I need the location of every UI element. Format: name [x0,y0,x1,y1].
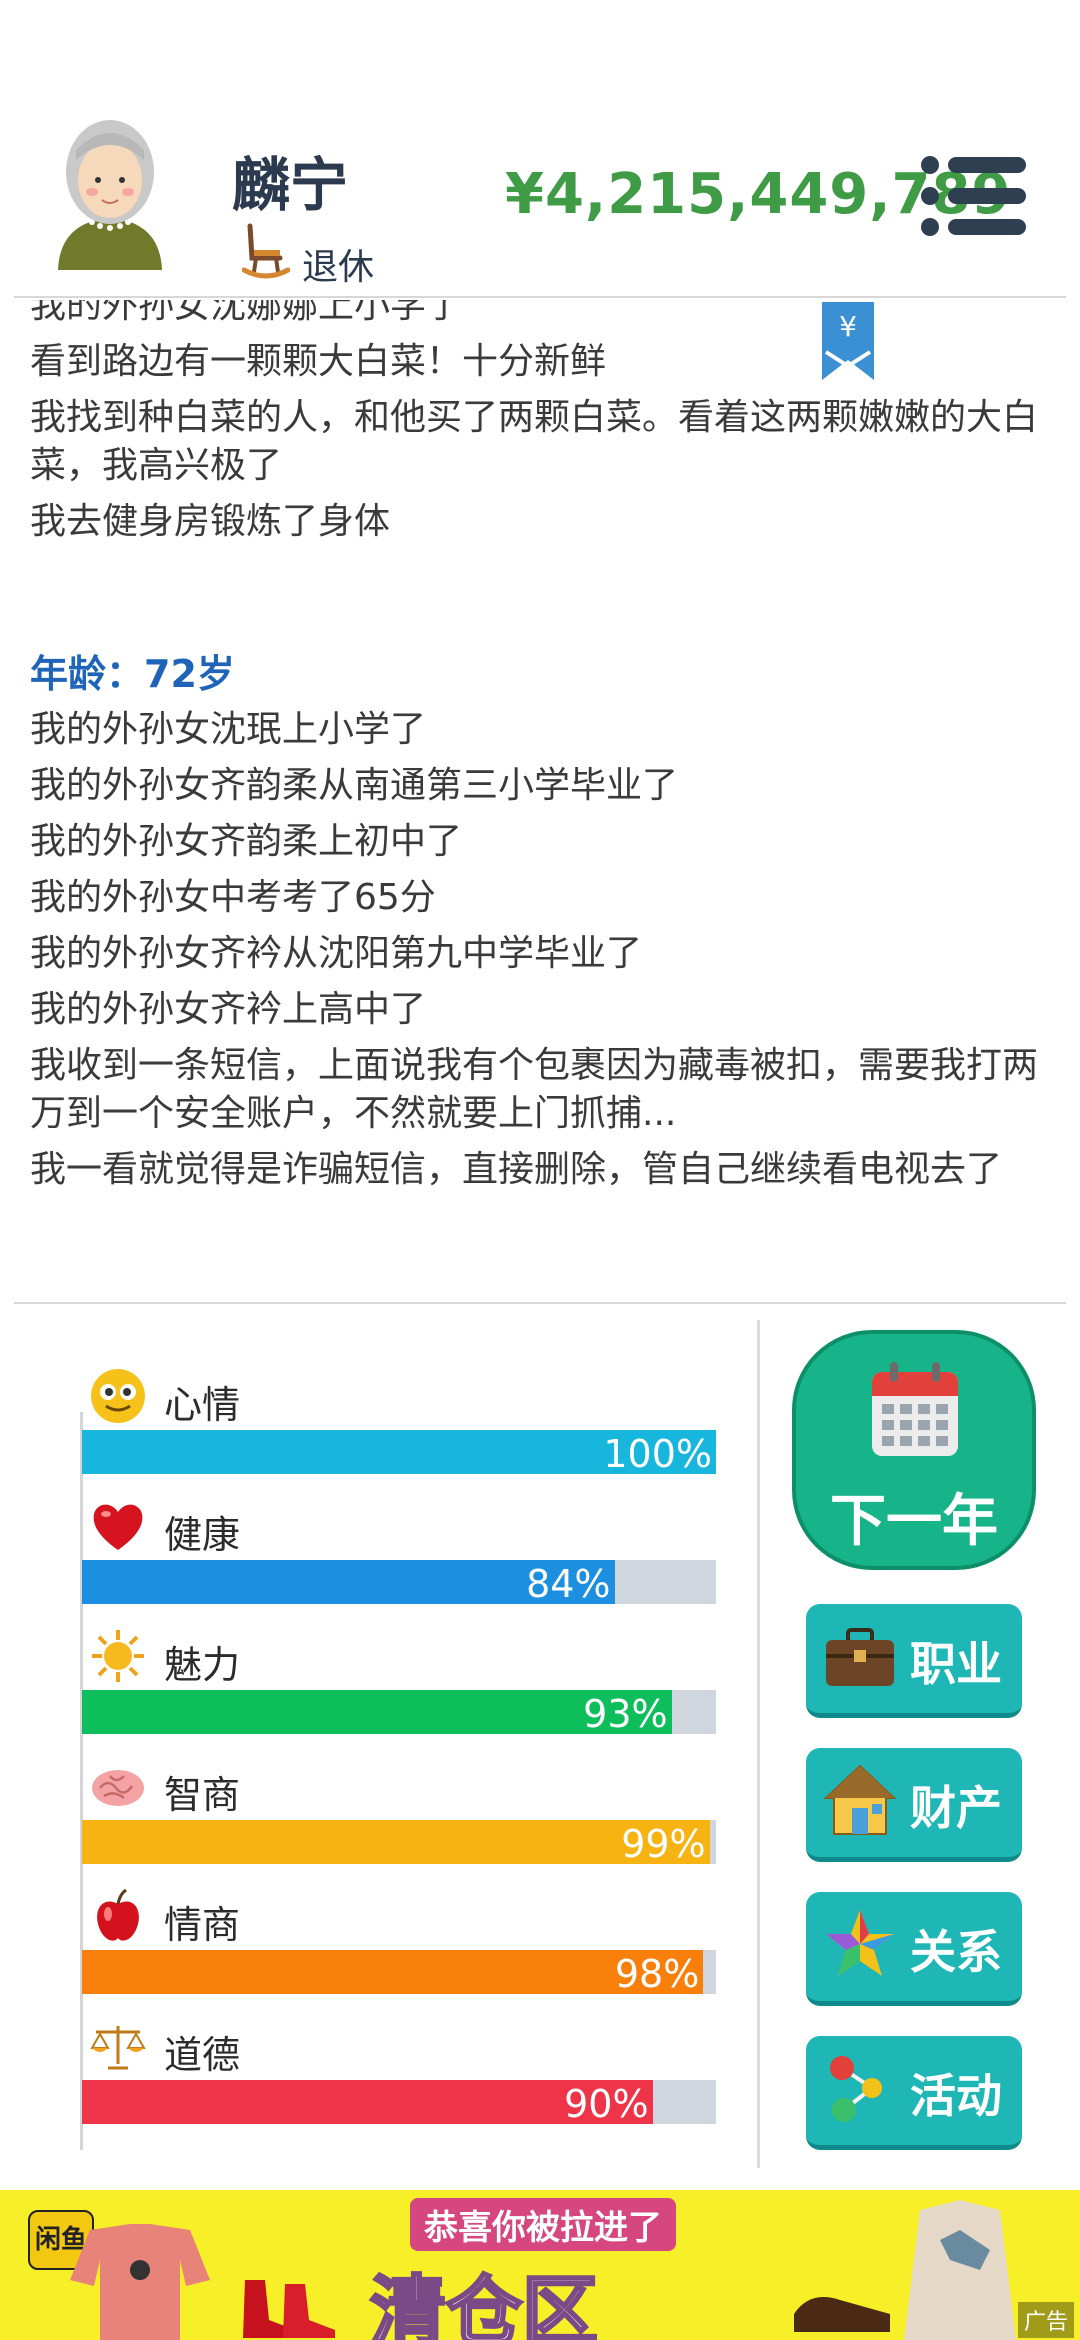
log-line: 我的外孙女中考考了65分 [30,877,436,918]
relations-label: 关系 [910,1925,1002,1979]
panel-divider [757,1320,760,2168]
sweater-image [70,2224,210,2340]
scales-icon [90,2018,146,2074]
log-line: 我的外孙女齐衿从沈阳第九中学毕业了 [30,933,643,974]
stat-bar-fill: 84% [82,1560,615,1606]
log-divider [14,1302,1066,1304]
log-line: 我的外孙女沈珉上小学了 [30,709,427,750]
heart-icon [90,1498,146,1554]
avatar [36,110,184,278]
next-year-button[interactable]: 下一年 [792,1330,1036,1570]
activities-label: 活动 [910,2069,1002,2123]
sun-icon [90,1628,146,1684]
house-icon [822,1762,898,1838]
stat-name: 情商 [164,1903,241,1947]
stat-bar-track: 99% [82,1820,716,1866]
stat-name: 心情 [164,1383,241,1427]
career-label: 职业 [910,1637,1002,1691]
stat-bar-track: 90% [82,2080,716,2126]
ad-main-title: 清仓区 [369,2266,600,2340]
career-button[interactable]: 职业 [806,1604,1022,1718]
stat-name: 魅力 [164,1643,241,1687]
log-line: 我的外孙女齐韵柔从南通第三小学毕业了 [30,765,679,806]
stat-bar-fill: 98% [82,1950,704,1996]
money-bookmark[interactable]: ¥ [822,302,874,380]
stat-value: 100% [603,1432,712,1476]
ad-banner[interactable]: 闲鱼 恭喜你被拉进了 清仓区 广告 [0,2190,1080,2340]
rocking-chair-icon [241,222,291,282]
age-heading: 年龄：72岁 [30,652,235,696]
relations-button[interactable]: 关系 [806,1892,1022,2006]
stat-value: 99% [621,1822,706,1866]
event-log[interactable]: 我的外孙女沈娜娜上小学了 看到路边有一颗颗大白菜！十分新鲜 我找到种白菜的人，和… [30,300,1040,1300]
stat-value: 98% [614,1952,700,1996]
briefcase-icon [822,1618,898,1694]
stat-value: 90% [564,2082,649,2126]
brain-icon [90,1758,146,1814]
next-year-label: 下一年 [830,1489,998,1554]
stat-bar-track: 100% [82,1430,716,1476]
stat-bar-fill: 99% [82,1820,710,1866]
log-line: 我收到一条短信，上面说我有个包裹因为藏毒被扣，需要我打两万到一个安全账户，不然就… [30,1045,1039,1134]
assets-label: 财产 [910,1781,1002,1835]
bookmark-symbol: ¥ [839,310,857,343]
activities-dots-icon [822,2050,898,2126]
log-line: 看到路边有一颗颗大白菜！十分新鲜 [30,341,607,382]
apple-icon [90,1888,146,1944]
star-icon [822,1906,898,1982]
log-line: 我的外孙女沈娜娜上小学了 [30,300,463,326]
brown-shoes-image [794,2297,890,2332]
stat-value: 93% [583,1692,668,1736]
stat-bar-track: 84% [82,1560,716,1606]
stat-bar-track: 98% [82,1950,716,1996]
ad-headline: 恭喜你被拉进了 [410,2198,676,2251]
stat-name: 健康 [164,1513,241,1557]
ad-tag: 广告 [1017,2302,1074,2338]
list-menu-icon [921,156,1026,236]
log-line: 我的外孙女齐韵柔上初中了 [30,821,463,862]
stat-name: 道德 [164,2033,241,2077]
stat-bar-fill: 100% [82,1430,716,1476]
log-line: 我一看就觉得是诈骗短信，直接删除，管自己继续看电视去了 [30,1149,1003,1190]
header: 麟宁 退休 ¥4,215,449,789 [0,0,1080,300]
stat-bar-fill: 90% [82,2080,653,2126]
username: 麟宁 [232,151,349,219]
stat-value: 84% [526,1562,611,1606]
header-divider [14,296,1066,298]
status-label: 退休 [302,247,375,288]
stat-name: 智商 [164,1773,241,1817]
red-boots-image [243,2280,335,2338]
log-line: 我找到种白菜的人，和他买了两颗白菜。看着这两颗嫩嫩的大白菜，我高兴极了 [30,397,1039,486]
calendar-icon [870,1360,960,1460]
stat-bar-fill: 93% [82,1690,672,1736]
assets-button[interactable]: 财产 [806,1748,1022,1862]
stat-bar-track: 93% [82,1690,716,1736]
log-line: 我的外孙女齐衿上高中了 [30,989,427,1030]
activities-button[interactable]: 活动 [806,2036,1022,2150]
menu-button[interactable] [920,155,1028,237]
coat-image [904,2200,1016,2340]
smiley-icon [90,1368,146,1424]
log-line: 我去健身房锻炼了身体 [30,501,391,542]
